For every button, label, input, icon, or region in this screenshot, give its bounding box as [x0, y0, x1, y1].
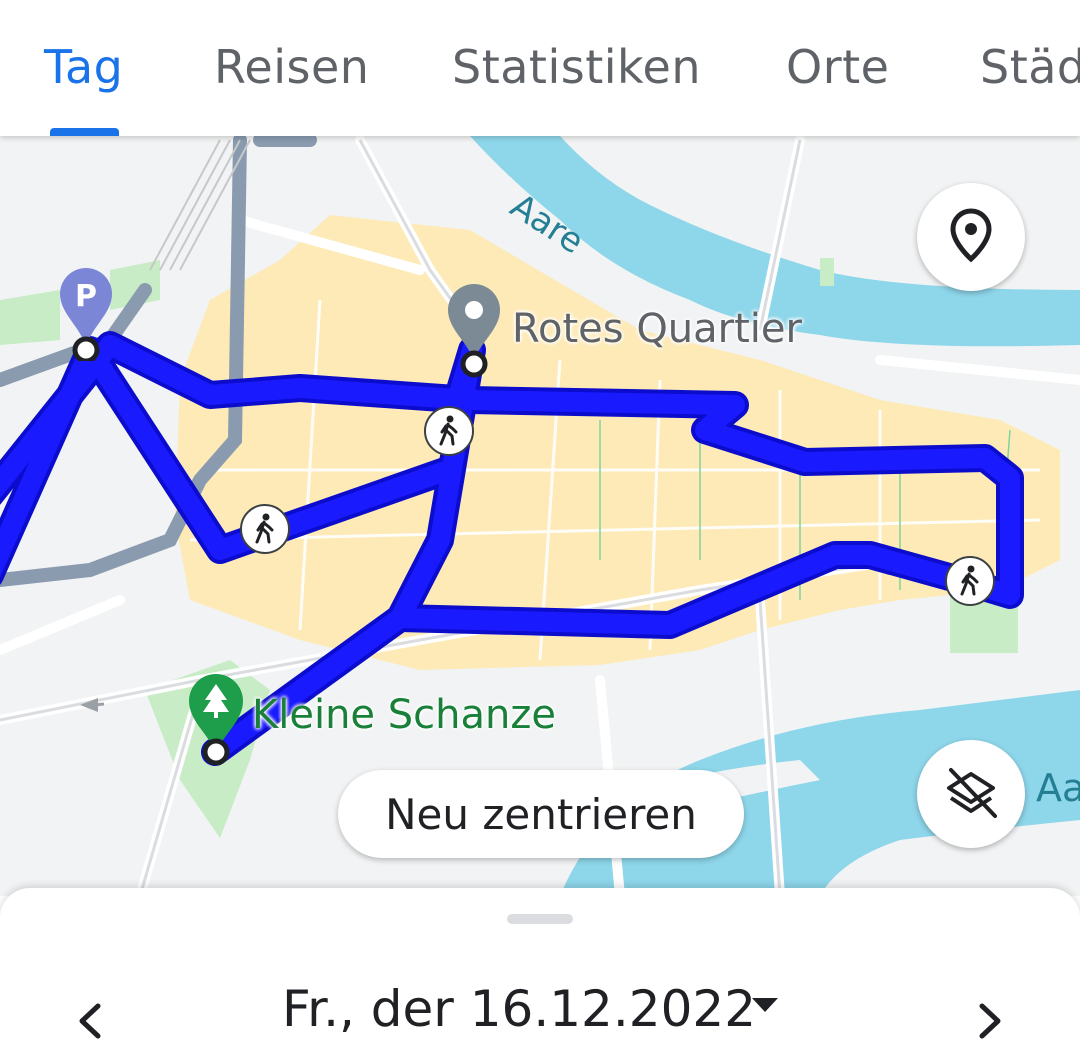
layers-toggle-button[interactable]	[917, 740, 1025, 848]
recenter-button[interactable]: Neu zentrieren	[338, 770, 744, 858]
river-label-aare-partial: Aa	[1036, 766, 1080, 810]
location-button[interactable]	[917, 183, 1025, 291]
tab-statistics[interactable]: Statistiken	[452, 40, 701, 94]
tab-places[interactable]: Orte	[786, 40, 889, 94]
place-label-kleine-schanze[interactable]: Kleine Schanze	[252, 692, 556, 738]
layers-off-icon	[947, 768, 997, 818]
sheet-drag-handle[interactable]	[507, 914, 573, 924]
tab-trips[interactable]: Reisen	[214, 40, 369, 94]
active-tab-indicator	[50, 128, 119, 136]
dropdown-arrow-icon[interactable]	[750, 996, 780, 1016]
timeline-map[interactable]: P Aare Rotes Quartier Kleine Schanze Aa	[0, 136, 1080, 896]
place-label-rotes-quartier[interactable]: Rotes Quartier	[512, 306, 802, 352]
walking-icon	[240, 504, 290, 554]
tab-bar: Tag Reisen Statistiken Orte Städ	[0, 0, 1080, 136]
parking-marker[interactable]: P	[58, 266, 118, 361]
kleine-schanze-marker[interactable]	[187, 672, 245, 774]
chevron-left-icon[interactable]	[70, 996, 110, 1046]
chevron-right-icon[interactable]	[970, 996, 1010, 1046]
walking-icon	[424, 406, 474, 456]
bottom-sheet[interactable]: Fr., der 16.12.2022	[0, 888, 1080, 1062]
location-pin-icon	[950, 208, 992, 263]
tab-day[interactable]: Tag	[44, 40, 123, 94]
rotes-quartier-marker[interactable]	[446, 282, 502, 382]
walking-icon	[945, 556, 995, 606]
selected-date[interactable]: Fr., der 16.12.2022	[282, 980, 756, 1038]
tab-cities[interactable]: Städ	[980, 40, 1080, 94]
parking-icon: P	[75, 279, 97, 314]
